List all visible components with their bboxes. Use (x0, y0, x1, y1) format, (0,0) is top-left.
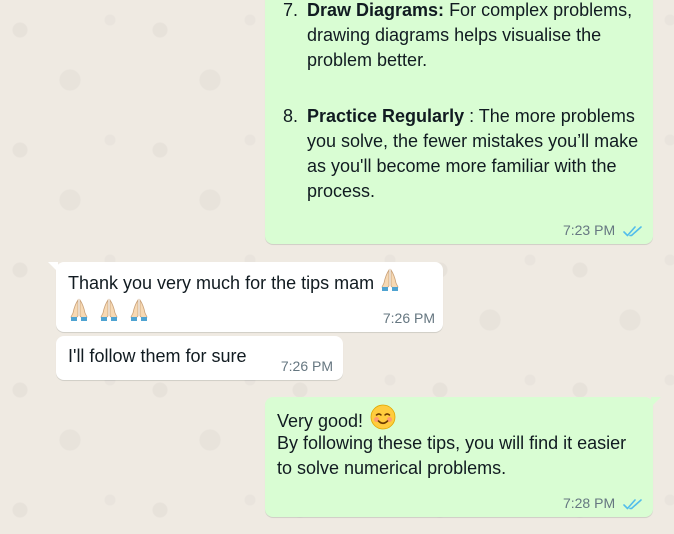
list-item-7: 7. Draw Diagrams: For complex problems, … (283, 0, 641, 73)
folded-hands-emoji (130, 298, 148, 321)
message-text: I'll follow them for sure (68, 346, 247, 366)
list-item-title: Practice Regularly (307, 106, 465, 126)
message-text-row: Thank you very much for the tips mam (68, 268, 433, 296)
message-meta: 7:28 PM (563, 495, 643, 511)
list-number: 8. (283, 106, 299, 126)
message-meta: 7:26 PM (383, 310, 435, 326)
folded-hands-emoji (100, 298, 118, 321)
folded-hands-emoji (70, 298, 88, 321)
message-bubble-reply[interactable]: Very good! By following these tips, you … (265, 397, 661, 517)
message-text-line1: Very good! (277, 411, 364, 431)
list-item-body: Practice Regularly : The more problems y… (307, 104, 641, 204)
message-meta: 7:26 PM (281, 358, 333, 374)
smiling-face-emoji (370, 404, 396, 430)
list-number: 7. (283, 0, 299, 20)
list-item-title: Draw Diagrams: (307, 0, 445, 20)
double-check-read-icon (623, 499, 642, 510)
message-time: 7:28 PM (562, 495, 616, 511)
message-text: Thank you very much for the tips mam (68, 273, 375, 293)
list-item-body: Draw Diagrams: For complex problems, dra… (307, 0, 641, 73)
message-bubble-tips[interactable]: 7. Draw Diagrams: For complex problems, … (265, 0, 653, 244)
message-meta: 7:23 PM (563, 222, 643, 238)
emoji-row (68, 298, 150, 326)
message-time: 7:26 PM (382, 310, 435, 326)
double-check-read-icon (623, 226, 642, 237)
message-first-line: Very good! (277, 404, 396, 434)
folded-hands-emoji (381, 268, 399, 291)
message-bubble-follow[interactable]: I'll follow them for sure 7:26 PM (56, 336, 343, 380)
message-bubble-thanks[interactable]: Thank you very much for the tips mam 7:2… (48, 262, 443, 332)
message-time: 7:23 PM (562, 222, 616, 238)
message-text: By following these tips, you will find i… (277, 433, 627, 478)
message-time: 7:26 PM (280, 358, 333, 374)
list-item-8: 8. Practice Regularly : The more problem… (283, 104, 641, 204)
